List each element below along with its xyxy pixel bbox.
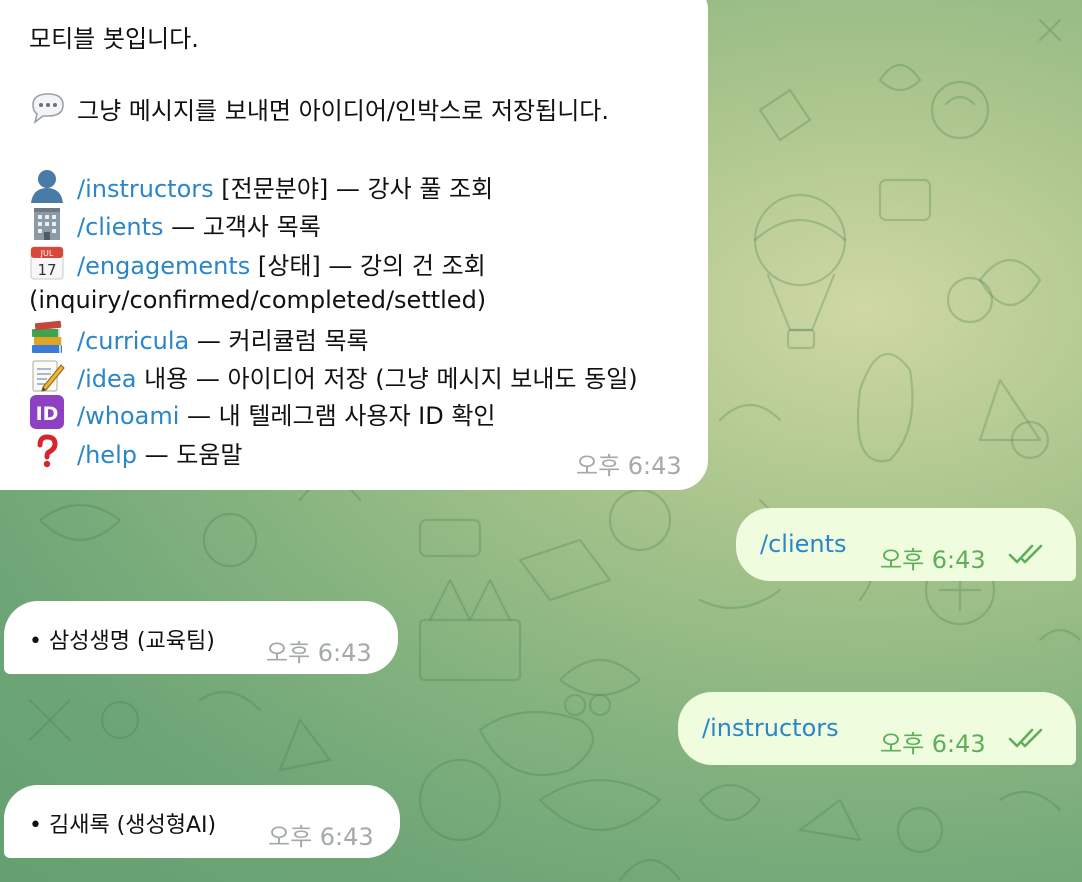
outgoing-clients-text[interactable]: /clients [760, 530, 847, 558]
reply-instructors-time: 오후 6:43 [268, 823, 374, 851]
outgoing-message-clients: /clients 오후 6:43 [736, 508, 1076, 581]
curricula-command-link[interactable]: /curricula [77, 327, 189, 355]
menu-message-time: 오후 6:43 [576, 452, 682, 480]
books-icon [29, 319, 65, 353]
calendar-day-label: 17 [37, 261, 56, 279]
command-row-instructors: /instructors [전문분야] — 강사 풀 조회 [29, 167, 493, 205]
outgoing-instructors-text[interactable]: /instructors [702, 714, 839, 742]
instructors-command-desc: [전문분야] — 강사 풀 조회 [213, 175, 494, 203]
reply-instructors-text: • 김새록 (생성형AI) [29, 813, 217, 838]
command-row-curricula: /curricula — 커리큘럼 목록 [29, 319, 369, 357]
curricula-command-desc: — 커리큘럼 목록 [189, 327, 369, 355]
idea-command-link[interactable]: /idea [77, 365, 136, 393]
id-icon: ID [29, 394, 65, 429]
calendar-month-label: JUL [40, 249, 54, 258]
help-command-link[interactable]: /help [77, 441, 137, 469]
outgoing-message-instructors: /instructors 오후 6:43 [678, 692, 1076, 765]
id-icon-label: ID [36, 403, 59, 425]
question-mark-icon [29, 433, 65, 468]
reply-clients-text: • 삼성생명 (교육팀) [29, 629, 215, 654]
engagement-states-text: (inquiry/confirmed/completed/settled) [29, 286, 487, 314]
bot-reply-clients: • 삼성생명 (교육팀) 오후 6:43 [4, 601, 398, 674]
engagements-command-link[interactable]: /engagements [77, 252, 250, 280]
greeting-text: 모티블 봇입니다. [29, 25, 199, 53]
idea-command-desc: 내용 — 아이디어 저장 (그냥 메시지 보내도 동일) [136, 365, 638, 393]
reply-clients-time: 오후 6:43 [266, 639, 372, 667]
bot-menu-message: 모티블 봇입니다. 그냥 메시지를 보내면 아이디어/인박스로 저장됩니다. /… [0, 0, 708, 490]
help-command-desc: — 도움말 [136, 441, 243, 469]
outgoing-instructors-time: 오후 6:43 [880, 730, 986, 758]
instructors-command-link[interactable]: /instructors [77, 175, 214, 203]
read-checkmarks-icon [1008, 544, 1043, 564]
calendar-icon: JUL 17 [29, 244, 65, 280]
command-row-clients: /clients — 고객사 목록 [29, 205, 321, 243]
clients-command-desc: — 고객사 목록 [163, 213, 321, 241]
speech-bubble-icon [29, 91, 65, 124]
whoami-command-link[interactable]: /whoami [77, 402, 179, 430]
hint-line: 그냥 메시지를 보내면 아이디어/인박스로 저장됩니다. [29, 91, 609, 129]
bust-silhouette-icon [29, 167, 65, 203]
command-row-idea: /idea 내용 — 아이디어 저장 (그냥 메시지 보내도 동일) [29, 357, 638, 395]
clients-command-link[interactable]: /clients [77, 213, 164, 241]
hint-text: 그냥 메시지를 보내면 아이디어/인박스로 저장됩니다. [77, 97, 609, 125]
read-checkmarks-icon [1008, 728, 1043, 748]
bot-reply-instructors: • 김새록 (생성형AI) 오후 6:43 [4, 785, 400, 858]
command-row-engagements: JUL 17 /engagements [상태] — 강의 건 조회 [29, 244, 486, 282]
engagements-command-desc: [상태] — 강의 건 조회 [250, 252, 486, 280]
command-row-help: /help — 도움말 [29, 433, 242, 471]
outgoing-clients-time: 오후 6:43 [880, 546, 986, 574]
office-building-icon [29, 205, 65, 240]
whoami-command-desc: — 내 텔레그램 사용자 ID 확인 [179, 402, 496, 430]
command-row-whoami: ID /whoami — 내 텔레그램 사용자 ID 확인 [29, 394, 496, 432]
memo-icon [29, 357, 65, 392]
